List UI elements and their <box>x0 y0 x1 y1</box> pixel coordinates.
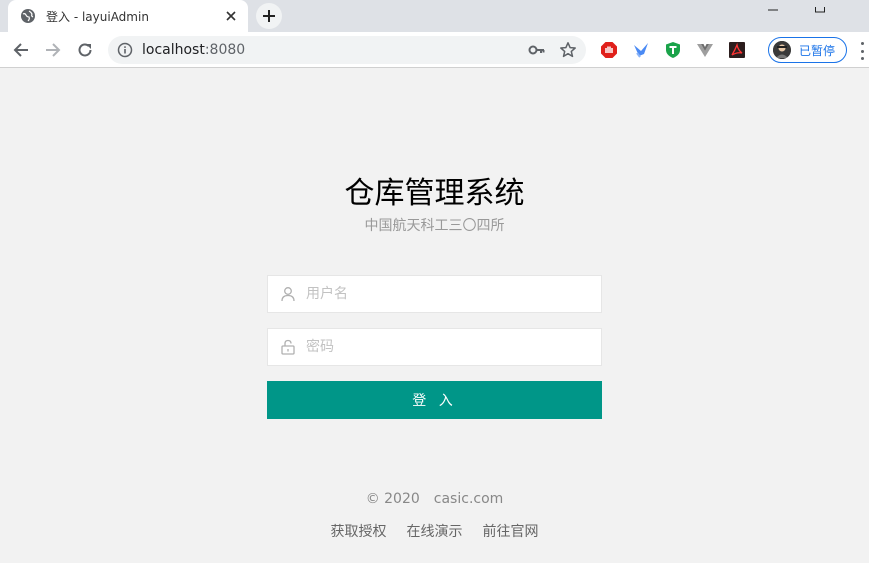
new-tab-button[interactable] <box>256 3 282 29</box>
url-text: localhost:8080 <box>142 42 245 58</box>
minimize-window-icon[interactable] <box>764 0 784 11</box>
password-input[interactable] <box>306 329 596 365</box>
forward-icon[interactable] <box>40 37 66 63</box>
page-title: 仓库管理系统 <box>344 176 525 211</box>
profile-status-label: 已暂停 <box>799 43 836 58</box>
bird-extension-icon[interactable] <box>632 41 650 59</box>
password-field[interactable] <box>267 328 602 366</box>
tab-strip: 登入 - layuiAdmin <box>0 0 869 32</box>
profile-paused-button[interactable]: 已暂停 <box>768 37 847 63</box>
reload-icon[interactable] <box>72 37 98 63</box>
pdf-icon[interactable] <box>728 41 746 59</box>
user-icon <box>280 286 296 302</box>
address-bar[interactable]: localhost:8080 <box>108 36 586 64</box>
globe-icon <box>20 8 36 24</box>
url-host: localhost <box>142 42 205 58</box>
adblock-icon[interactable] <box>600 41 618 59</box>
company-text: casic.com <box>433 491 504 507</box>
url-port: :8080 <box>204 42 246 58</box>
footer-link-demo[interactable]: 在线演示 <box>407 524 463 540</box>
username-field[interactable] <box>267 275 602 313</box>
bookmark-star-icon[interactable] <box>559 41 577 59</box>
footer-copyright: © 2020 casic.com <box>0 491 869 507</box>
shield-t-icon[interactable] <box>664 41 682 59</box>
avatar <box>773 41 791 59</box>
back-icon[interactable] <box>8 37 34 63</box>
site-info-icon[interactable] <box>117 42 133 58</box>
maximize-window-icon[interactable] <box>810 0 830 13</box>
page-subtitle: 中国航天科工三〇四所 <box>364 218 505 234</box>
footer-link-license[interactable]: 获取授权 <box>331 524 387 540</box>
copyright-text: © 2020 <box>365 491 420 507</box>
username-input[interactable] <box>306 276 596 312</box>
footer-links: 获取授权 在线演示 前往官网 <box>0 521 869 541</box>
browser-tab[interactable]: 登入 - layuiAdmin <box>8 0 248 32</box>
vue-devtools-icon[interactable] <box>696 41 714 59</box>
key-icon[interactable] <box>528 42 546 58</box>
footer-link-website[interactable]: 前往官网 <box>483 524 539 540</box>
login-button[interactable]: 登 入 <box>267 381 602 419</box>
close-tab-icon[interactable] <box>222 7 240 25</box>
lock-icon <box>280 339 296 355</box>
browser-menu-icon[interactable] <box>858 42 866 60</box>
browser-toolbar: localhost:8080 已暂停 <box>0 32 869 68</box>
tab-title: 登入 - layuiAdmin <box>46 9 149 24</box>
